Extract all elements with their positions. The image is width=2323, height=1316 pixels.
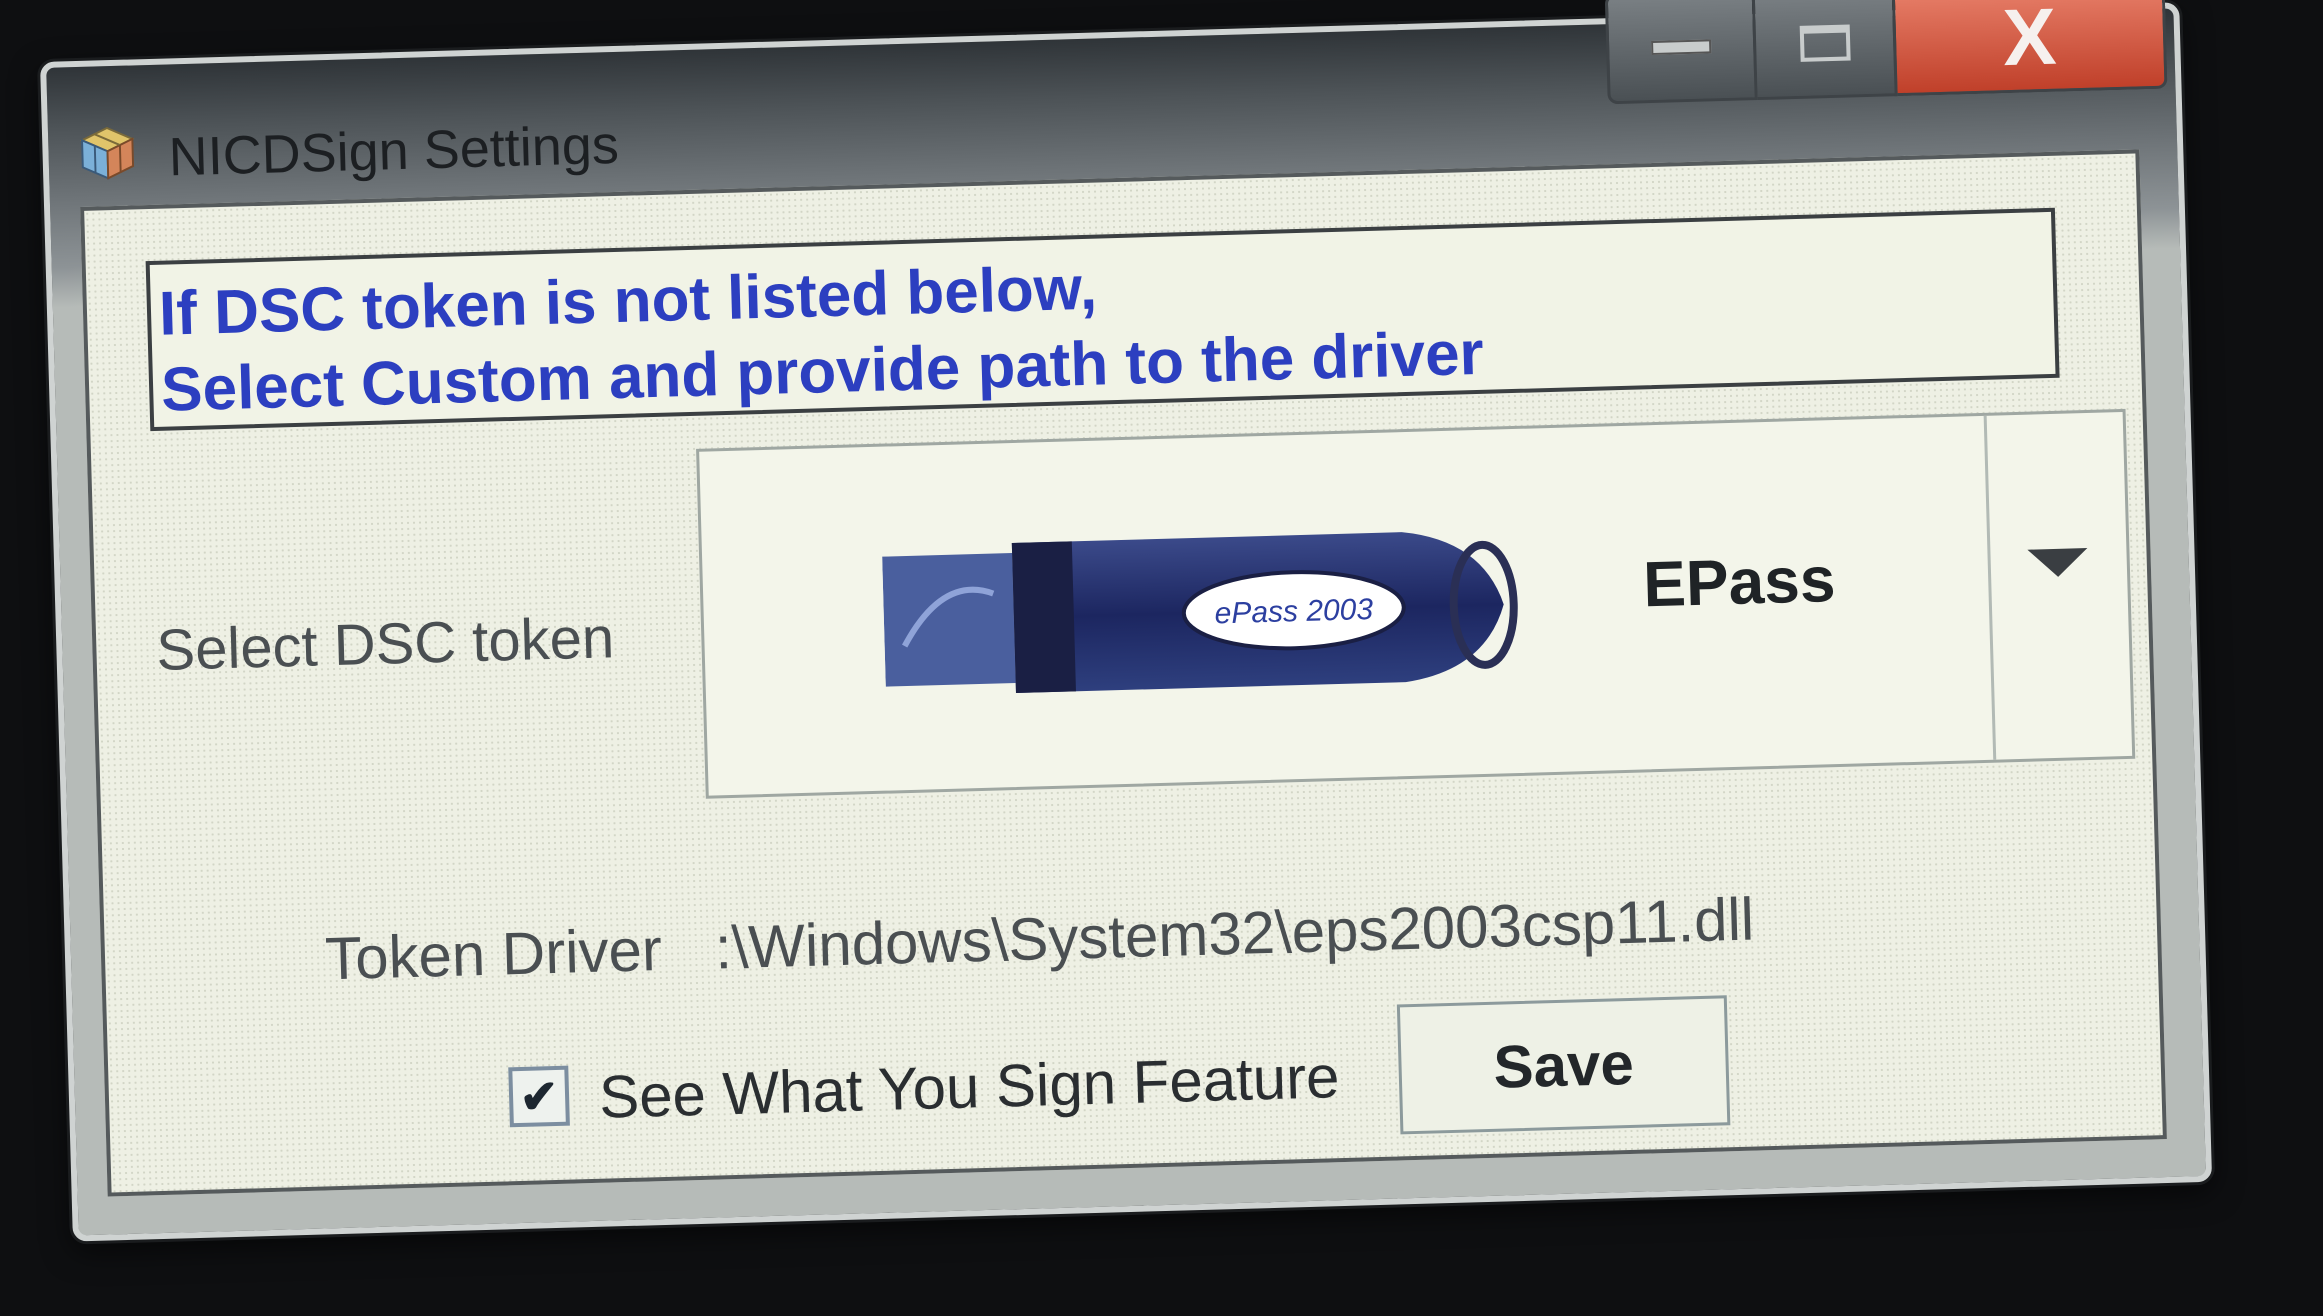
select-dsc-token-label: Select DSC token	[155, 605, 615, 683]
chevron-down-icon[interactable]	[2027, 548, 2089, 578]
save-button[interactable]: Save	[1396, 995, 1731, 1135]
dialog-body: If DSC token is not listed below, Select…	[80, 149, 2167, 1197]
minimize-button[interactable]	[1604, 0, 1758, 105]
info-message-box: If DSC token is not listed below, Select…	[145, 207, 2060, 432]
app-cube-icon	[79, 126, 135, 180]
token-driver-path: :\Windows\System32\eps2003csp11.dll	[714, 885, 1755, 982]
maximize-button[interactable]	[1754, 0, 1898, 101]
maximize-icon	[1799, 24, 1851, 62]
window-controls: X	[1604, 0, 2168, 105]
minimize-icon	[1651, 39, 1712, 56]
title-bar[interactable]: NICDSign Settings X	[46, 0, 2176, 187]
close-icon: X	[2001, 0, 2058, 83]
settings-dialog: NICDSign Settings X If DSC token is not …	[40, 0, 2213, 1242]
dropdown-divider	[1983, 415, 1997, 760]
token-driver-label: Token Driver	[324, 915, 663, 993]
usb-token-image: ePass 2003	[882, 532, 1518, 693]
close-button[interactable]: X	[1894, 0, 2168, 97]
checkmark-icon: ✔	[519, 1069, 560, 1123]
token-brand-text: ePass 2003	[1214, 593, 1374, 630]
dsc-token-dropdown[interactable]: ePass 2003 EPass	[696, 408, 2136, 799]
window-title: NICDSign Settings	[167, 114, 620, 188]
selected-token-value: EPass	[1642, 543, 1837, 621]
see-what-you-sign-label[interactable]: See What You Sign Feature	[598, 1042, 1340, 1132]
see-what-you-sign-checkbox[interactable]: ✔	[508, 1065, 570, 1128]
